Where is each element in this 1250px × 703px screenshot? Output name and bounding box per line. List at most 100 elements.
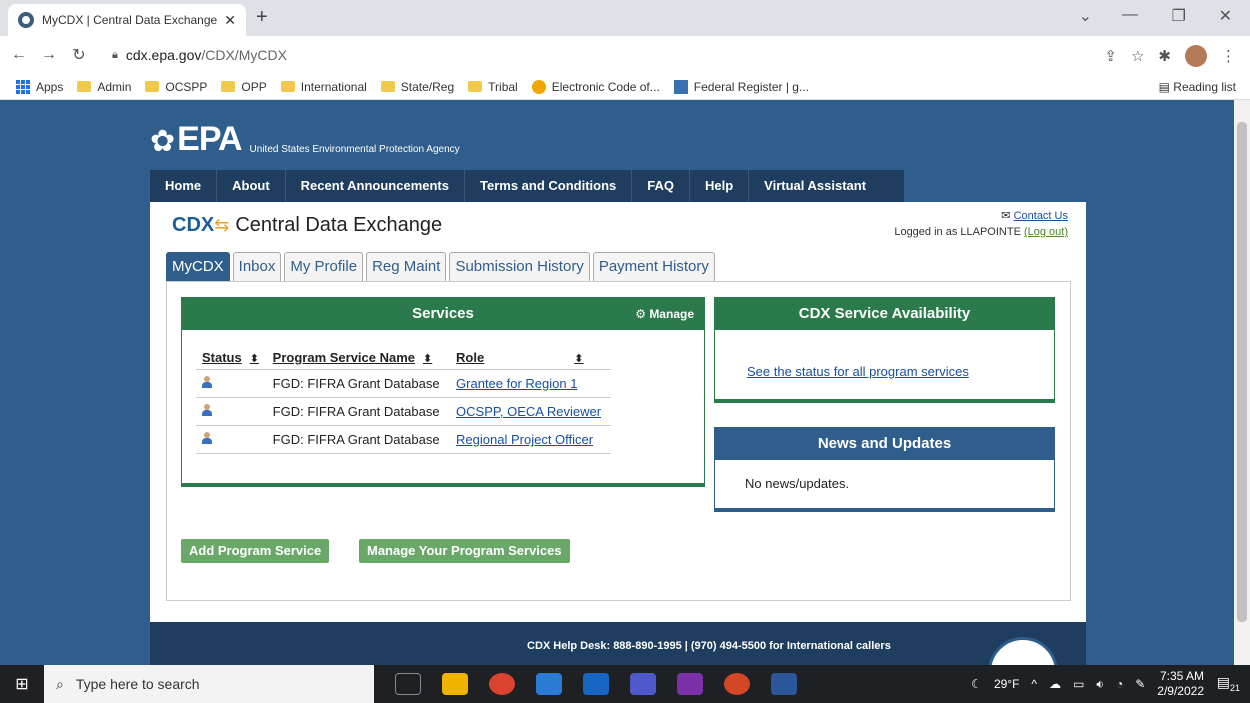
nav-home[interactable]: Home [150, 170, 218, 202]
tab-reg-maint[interactable]: Reg Maint [366, 252, 447, 282]
weather-moon-icon[interactable]: ☾ [971, 677, 982, 691]
new-tab-icon[interactable]: + [256, 6, 268, 29]
sort-icon[interactable]: ⬍ [423, 353, 432, 365]
browser-tab[interactable]: MyCDX | Central Data Exchange | ✕ [8, 4, 246, 36]
pen-icon[interactable]: ✎ [1135, 677, 1145, 691]
role-link[interactable]: Regional Project Officer [456, 432, 593, 447]
internet-explorer-icon[interactable] [536, 673, 562, 695]
nav-about[interactable]: About [217, 170, 286, 202]
services-title: Services [412, 305, 474, 322]
bookmark-federal-register[interactable]: Federal Register | g... [673, 79, 809, 94]
cdx-arrows-icon: ⇆ [214, 215, 230, 235]
bookmark-opp[interactable]: OPP [221, 80, 267, 94]
sort-icon[interactable]: ⬍ [250, 353, 259, 365]
table-row: FGD: FIFRA Grant Database Grantee for Re… [196, 369, 611, 398]
tab-mycdx[interactable]: MyCDX [166, 252, 230, 282]
reading-list[interactable]: ▤ Reading list [1159, 80, 1236, 94]
restore-icon[interactable]: ❐ [1172, 6, 1186, 26]
manage-link[interactable]: ⚙ Manage [635, 298, 694, 330]
tab-search-icon[interactable]: ⌄ [1079, 6, 1092, 26]
tab-inbox[interactable]: Inbox [232, 252, 282, 282]
close-window-icon[interactable]: ✕ [1219, 6, 1232, 26]
windows-taskbar: ⊞ ⌕ Type here to search ☾ 29°F ^ ☁ ▭ 🔉︎ … [0, 665, 1250, 703]
teams-icon[interactable] [630, 673, 656, 695]
epa-logo[interactable]: ✿ EPA United States Environmental Protec… [150, 120, 460, 159]
wifi-icon[interactable]: ◔ [1116, 677, 1123, 691]
file-explorer-icon[interactable] [442, 673, 468, 695]
program-name-cell: FGD: FIFRA Grant Database [266, 369, 451, 398]
bookmark-ecfr[interactable]: Electronic Code of... [531, 79, 660, 94]
taskbar-clock[interactable]: 7:35 AM 2/9/2022 [1157, 669, 1204, 699]
cdx-logo: CDX [172, 214, 215, 236]
onenote-icon[interactable] [677, 673, 703, 695]
word-icon[interactable] [771, 673, 797, 695]
cdx-tabs: MyCDX Inbox My Profile Reg Maint Submiss… [166, 252, 715, 282]
sort-icon[interactable]: ⬍ [574, 353, 583, 365]
bookmark-international[interactable]: International [280, 80, 367, 94]
outlook-icon[interactable] [583, 673, 609, 695]
chrome-icon[interactable] [489, 673, 515, 695]
tab-submission-history[interactable]: Submission History [449, 252, 590, 282]
column-role[interactable]: Role ⬍ [450, 346, 611, 370]
reload-icon[interactable]: ↻ [68, 45, 90, 65]
powerpoint-icon[interactable] [724, 673, 750, 695]
volume-icon[interactable]: 🔉︎ [1096, 677, 1104, 692]
logged-in-text: Logged in as LLAPOINTE [894, 226, 1021, 238]
folder-icon [77, 81, 92, 92]
page-scrollbar[interactable] [1234, 100, 1250, 665]
bookmark-label: Admin [97, 79, 132, 94]
forward-icon[interactable]: → [38, 46, 60, 64]
nav-terms-and-conditions[interactable]: Terms and Conditions [465, 170, 633, 202]
folder-icon [145, 81, 160, 92]
column-label: Role [456, 350, 485, 365]
windows-start-icon[interactable]: ⊞ [0, 674, 44, 694]
scroll-thumb[interactable] [1237, 122, 1247, 622]
notifications-icon[interactable]: ▤21 [1217, 674, 1240, 693]
bookmark-ocspp[interactable]: OCSPP [145, 80, 207, 94]
column-status[interactable]: Status ⬍ [196, 346, 267, 370]
bookmark-apps[interactable]: Apps [16, 79, 63, 94]
extensions-icon[interactable]: ✱ [1158, 47, 1171, 65]
contact-us-link[interactable]: Contact Us [1014, 210, 1068, 222]
address-bar[interactable]: cdx.epa.gov/CDX/MyCDX [126, 47, 287, 63]
manage-program-services-button[interactable]: Manage Your Program Services [359, 539, 570, 563]
nav-help[interactable]: Help [690, 170, 750, 202]
minimize-icon[interactable]: — [1122, 6, 1138, 24]
nav-faq[interactable]: FAQ [632, 170, 690, 202]
services-header: Services ⚙ Manage [182, 298, 704, 330]
share-icon[interactable]: ⇪ [1104, 47, 1117, 65]
tab-payment-history[interactable]: Payment History [592, 252, 715, 282]
federal-register-icon [673, 79, 688, 94]
add-program-service-button[interactable]: Add Program Service [181, 539, 330, 563]
service-status-link[interactable]: See the status for all program services [747, 364, 969, 379]
status-cell [196, 369, 267, 398]
bookmark-admin[interactable]: Admin [77, 80, 131, 94]
epa-seal-icon [988, 637, 1058, 665]
role-link[interactable]: Grantee for Region 1 [456, 376, 577, 391]
battery-icon[interactable]: ▭ [1073, 677, 1084, 691]
lock-icon[interactable]: 🔒︎ [112, 49, 118, 62]
task-view-icon[interactable] [395, 673, 421, 695]
url-host: cdx.epa.gov [125, 47, 202, 63]
browser-toolbar: ← → ↻ 🔒︎ cdx.epa.gov/CDX/MyCDX ⇪ ☆ ✱ ⋮ [0, 36, 1250, 74]
profile-avatar[interactable] [1185, 45, 1207, 67]
nav-virtual-assistant[interactable]: Virtual Assistant [749, 170, 881, 202]
weather-temperature[interactable]: 29°F [994, 677, 1019, 691]
onedrive-icon[interactable]: ☁ [1049, 677, 1061, 691]
tray-chevron-icon[interactable]: ^ [1031, 677, 1037, 691]
nav-recent-announcements[interactable]: Recent Announcements [286, 170, 465, 202]
close-tab-icon[interactable]: ✕ [224, 12, 236, 29]
tab-my-profile[interactable]: My Profile [284, 252, 364, 282]
column-program-service-name[interactable]: Program Service Name ⬍ [266, 346, 451, 370]
back-icon[interactable]: ← [8, 46, 30, 64]
reading-list-icon: ▤ [1158, 80, 1174, 94]
bookmark-star-icon[interactable]: ☆ [1131, 47, 1144, 65]
bookmark-tribal[interactable]: Tribal [468, 80, 518, 94]
menu-kebab-icon[interactable]: ⋮ [1221, 47, 1236, 65]
folder-icon [280, 81, 295, 92]
help-desk-text: CDX Help Desk: 888-890-1995 | (970) 494-… [527, 640, 891, 652]
bookmark-state-reg[interactable]: State/Reg [380, 80, 454, 94]
role-link[interactable]: OCSPP, OECA Reviewer [456, 404, 601, 419]
taskbar-search[interactable]: ⌕ Type here to search [44, 665, 374, 703]
logout-link[interactable]: (Log out) [1024, 226, 1068, 238]
